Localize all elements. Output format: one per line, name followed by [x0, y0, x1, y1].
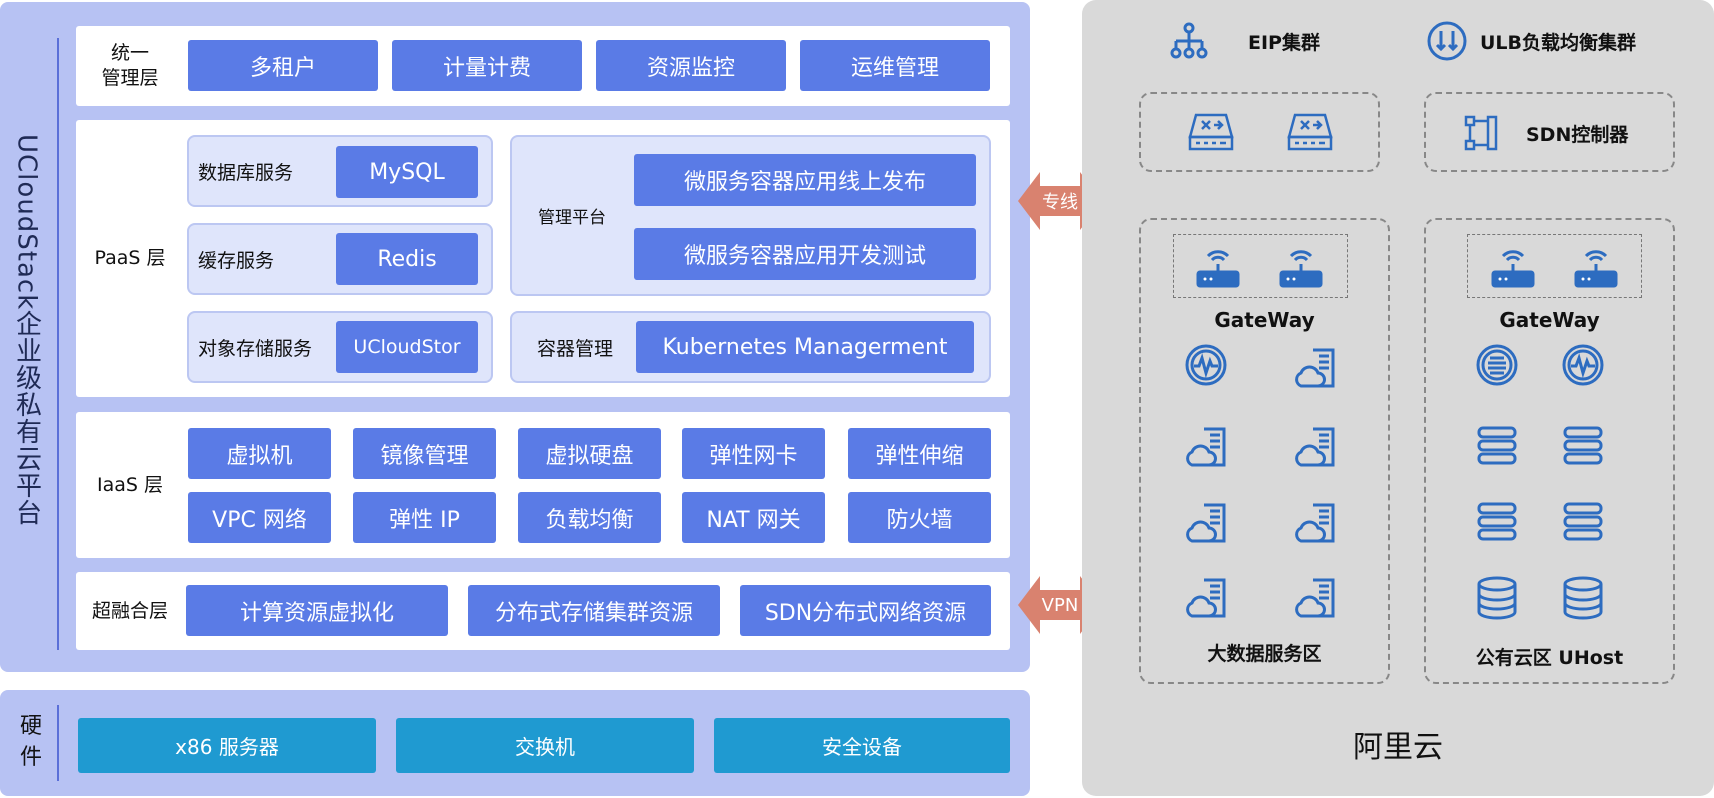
- server-stack-icon: [1560, 422, 1606, 468]
- cloud-server-icon: [1292, 574, 1340, 622]
- object-storage-label: 对象存储服务: [198, 337, 313, 360]
- cloud-server-icon: [1292, 423, 1340, 471]
- cloud-server-icon: [1183, 423, 1231, 471]
- load-balancer-button[interactable]: 负载均衡: [518, 492, 661, 543]
- network-topology-icon: [1168, 20, 1210, 62]
- switch-icon: [1286, 108, 1334, 154]
- cloud-server-icon: [1183, 499, 1231, 547]
- cloud-server-icon: [1292, 499, 1340, 547]
- switch-icon: [1187, 108, 1235, 154]
- eip-switch-group: [1139, 92, 1380, 172]
- hardware-label: 硬 件: [19, 714, 42, 770]
- monitor-icon: [1560, 342, 1606, 388]
- server-stack-icon: [1560, 498, 1606, 544]
- sdn-controller-icon: [1460, 112, 1502, 154]
- database-icon: [1474, 574, 1520, 622]
- router-icon: [1571, 240, 1621, 292]
- firewall-button[interactable]: 防火墙: [848, 492, 991, 543]
- hardware-divider: [57, 705, 59, 781]
- elastic-ip-button[interactable]: 弹性 IP: [353, 492, 496, 543]
- mgmt-platform-label: 管理平台: [538, 208, 606, 228]
- public-cloud-zone-label: 公有云区 UHost: [1475, 646, 1624, 669]
- virtual-disk-button[interactable]: 虚拟硬盘: [518, 428, 661, 479]
- switch-button[interactable]: 交换机: [396, 718, 694, 773]
- redis-button[interactable]: Redis: [336, 233, 478, 285]
- db-service-label: 数据库服务: [198, 161, 294, 184]
- vm-button[interactable]: 虚拟机: [188, 428, 331, 479]
- router-icon: [1488, 240, 1538, 292]
- nat-gateway-button[interactable]: NAT 网关: [682, 492, 825, 543]
- autoscaling-button[interactable]: 弹性伸缩: [848, 428, 991, 479]
- cloud-server-icon: [1183, 574, 1231, 622]
- ops-management-button[interactable]: 运维管理: [800, 40, 990, 91]
- x86-server-button[interactable]: x86 服务器: [78, 718, 376, 773]
- eip-cluster-label: EIP集群: [1248, 31, 1320, 54]
- security-device-button[interactable]: 安全设备: [714, 718, 1010, 773]
- load-balance-icon: [1426, 20, 1468, 62]
- gateway-label: GateWay: [1214, 308, 1315, 332]
- image-mgmt-button[interactable]: 镜像管理: [353, 428, 496, 479]
- router-icon: [1276, 240, 1326, 292]
- platform-title: UCloudStack企业级私有云平台: [11, 133, 42, 527]
- sdn-network-button[interactable]: SDN分布式网络资源: [740, 585, 991, 636]
- monitoring-button[interactable]: 资源监控: [596, 40, 786, 91]
- compute-virtualization-button[interactable]: 计算资源虚拟化: [186, 585, 448, 636]
- aliyun-title: 阿里云: [1353, 730, 1443, 765]
- ucloudstor-button[interactable]: UCloudStor: [336, 321, 478, 373]
- billing-button[interactable]: 计量计费: [392, 40, 582, 91]
- server-stack-icon: [1474, 422, 1520, 468]
- cache-service-label: 缓存服务: [198, 249, 275, 272]
- multi-tenant-button[interactable]: 多租户: [188, 40, 378, 91]
- kubernetes-button[interactable]: Kubernetes Managerment: [636, 321, 974, 373]
- divider-line: [57, 38, 59, 650]
- database-icon: [1560, 574, 1606, 622]
- gateway-label: GateWay: [1499, 308, 1600, 332]
- ulb-cluster-label: ULB负载均衡集群: [1480, 31, 1637, 54]
- elastic-nic-button[interactable]: 弹性网卡: [682, 428, 825, 479]
- container-mgmt-label: 容器管理: [537, 337, 614, 360]
- vpc-button[interactable]: VPC 网络: [188, 492, 331, 543]
- router-icon: [1193, 240, 1243, 292]
- microservice-devtest-button[interactable]: 微服务容器应用开发测试: [634, 228, 976, 280]
- iaas-layer-label: IaaS 层: [97, 473, 163, 496]
- server-stack-icon: [1474, 498, 1520, 544]
- paas-layer-label: PaaS 层: [94, 247, 166, 270]
- distributed-storage-button[interactable]: 分布式存储集群资源: [468, 585, 720, 636]
- microservice-release-button[interactable]: 微服务容器应用线上发布: [634, 154, 976, 206]
- cluster-icon: [1474, 342, 1520, 388]
- cloud-server-icon: [1292, 344, 1340, 392]
- sdn-controller-label: SDN控制器: [1526, 123, 1629, 146]
- monitor-icon: [1183, 342, 1229, 388]
- hci-layer-label: 超融合层: [91, 599, 168, 622]
- mysql-button[interactable]: MySQL: [336, 146, 478, 198]
- management-layer-label: 统一 管理层: [101, 42, 159, 89]
- big-data-zone-label: 大数据服务区: [1207, 642, 1322, 665]
